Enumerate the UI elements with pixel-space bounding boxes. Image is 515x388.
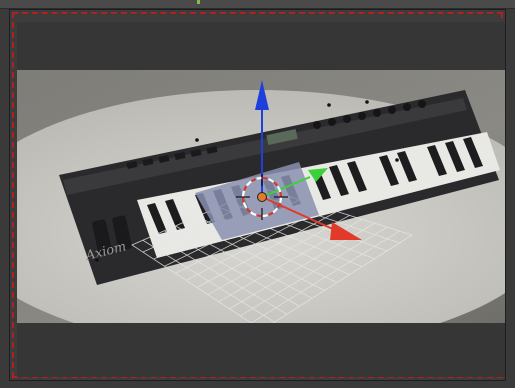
x-axis-arrow — [330, 222, 362, 240]
object-origin — [257, 192, 267, 202]
transform-gizmo-icon[interactable] — [0, 0, 515, 388]
y-axis-arrow — [308, 168, 328, 182]
z-axis-arrow — [255, 80, 269, 110]
